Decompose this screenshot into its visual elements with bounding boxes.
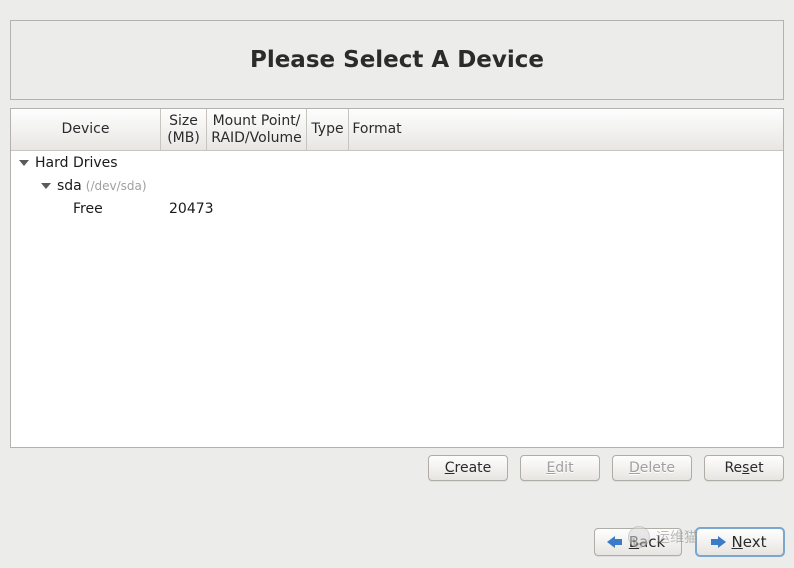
tree-label: sda — [57, 178, 82, 194]
tree-row-hard-drives[interactable]: Hard Drives — [11, 151, 783, 174]
col-format[interactable]: Format — [349, 109, 405, 150]
expander-icon[interactable] — [39, 179, 53, 193]
col-type[interactable]: Type — [307, 109, 349, 150]
reset-button[interactable]: Reset — [704, 455, 784, 481]
cell-size: 20473 — [167, 201, 213, 217]
device-path: (/dev/sda) — [86, 179, 147, 193]
arrow-right-icon — [710, 536, 726, 548]
nav-button-row: Back Next — [594, 528, 784, 556]
create-button[interactable]: Create — [428, 455, 508, 481]
arrow-left-icon — [607, 536, 623, 548]
page-title: Please Select A Device — [250, 47, 544, 73]
next-button[interactable]: Next — [696, 528, 784, 556]
col-device[interactable]: Device — [11, 109, 161, 150]
device-tree-panel: Device Size (MB) Mount Point/ RAID/Volum… — [10, 108, 784, 448]
col-mount[interactable]: Mount Point/ RAID/Volume — [207, 109, 307, 150]
tree-row-free[interactable]: Free 20473 — [11, 197, 783, 220]
col-size[interactable]: Size (MB) — [161, 109, 207, 150]
tree-label: Free — [73, 201, 103, 217]
device-tree-body: Hard Drives sda (/dev/sda) Free 20473 — [11, 151, 783, 220]
tree-row-sda[interactable]: sda (/dev/sda) — [11, 174, 783, 197]
action-button-row: Create Edit Delete Reset — [428, 455, 784, 481]
expander-icon[interactable] — [17, 156, 31, 170]
tree-label: Hard Drives — [35, 155, 118, 171]
title-panel: Please Select A Device — [10, 20, 784, 100]
back-button[interactable]: Back — [594, 528, 682, 556]
device-tree-header: Device Size (MB) Mount Point/ RAID/Volum… — [11, 109, 783, 151]
edit-button: Edit — [520, 455, 600, 481]
delete-button: Delete — [612, 455, 692, 481]
installer-partition-screen: Please Select A Device Device Size (MB) … — [0, 0, 794, 568]
